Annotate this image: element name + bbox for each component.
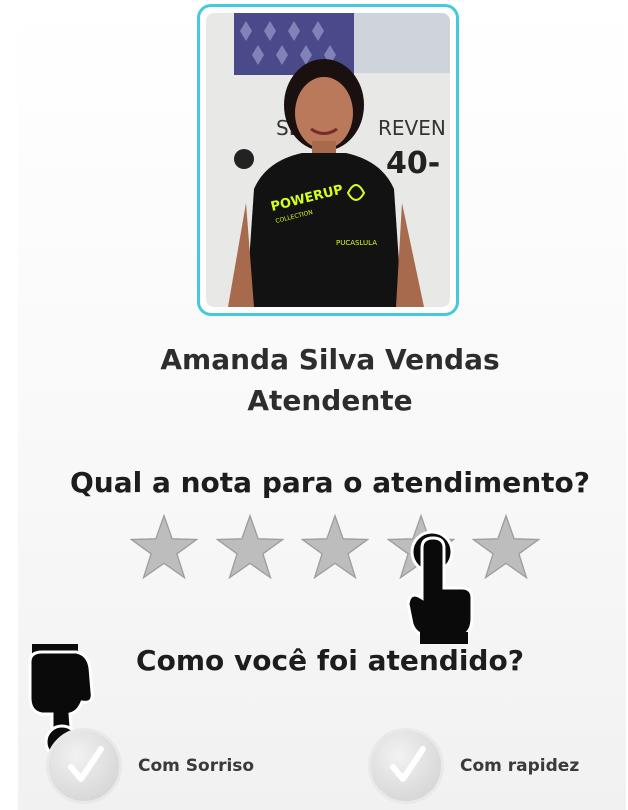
svg-text:REVEN: REVEN <box>378 116 446 140</box>
option-com-rapidez[interactable]: Com rapidez <box>368 728 579 804</box>
attendant-photo-frame: SE REVEN 40- POWERUP COLLECTION PUCASLUL… <box>197 4 459 316</box>
attendant-role: Atendente <box>247 384 413 417</box>
attendant-photo: SE REVEN 40- POWERUP COLLECTION PUCASLUL… <box>206 13 450 307</box>
hand-pointer-icon <box>404 528 476 646</box>
attendant-name: Amanda Silva Vendas <box>160 343 500 376</box>
svg-text:40-: 40- <box>386 146 440 181</box>
option-label: Com Sorriso <box>138 756 255 776</box>
check-icon <box>68 746 104 782</box>
check-circle[interactable] <box>46 728 122 804</box>
star-2-icon[interactable] <box>216 514 284 580</box>
svg-text:PUCASLULA: PUCASLULA <box>336 239 377 247</box>
star-1-icon[interactable] <box>130 514 198 580</box>
option-com-sorriso[interactable]: Com Sorriso <box>46 728 254 804</box>
rating-question: Qual a nota para o atendimento? <box>70 466 590 499</box>
option-label: Com rapidez <box>460 756 580 776</box>
check-icon <box>390 746 426 782</box>
check-circle[interactable] <box>368 728 444 804</box>
star-5-icon[interactable] <box>472 514 540 580</box>
star-3-icon[interactable] <box>301 514 369 580</box>
star-rating <box>130 514 550 580</box>
